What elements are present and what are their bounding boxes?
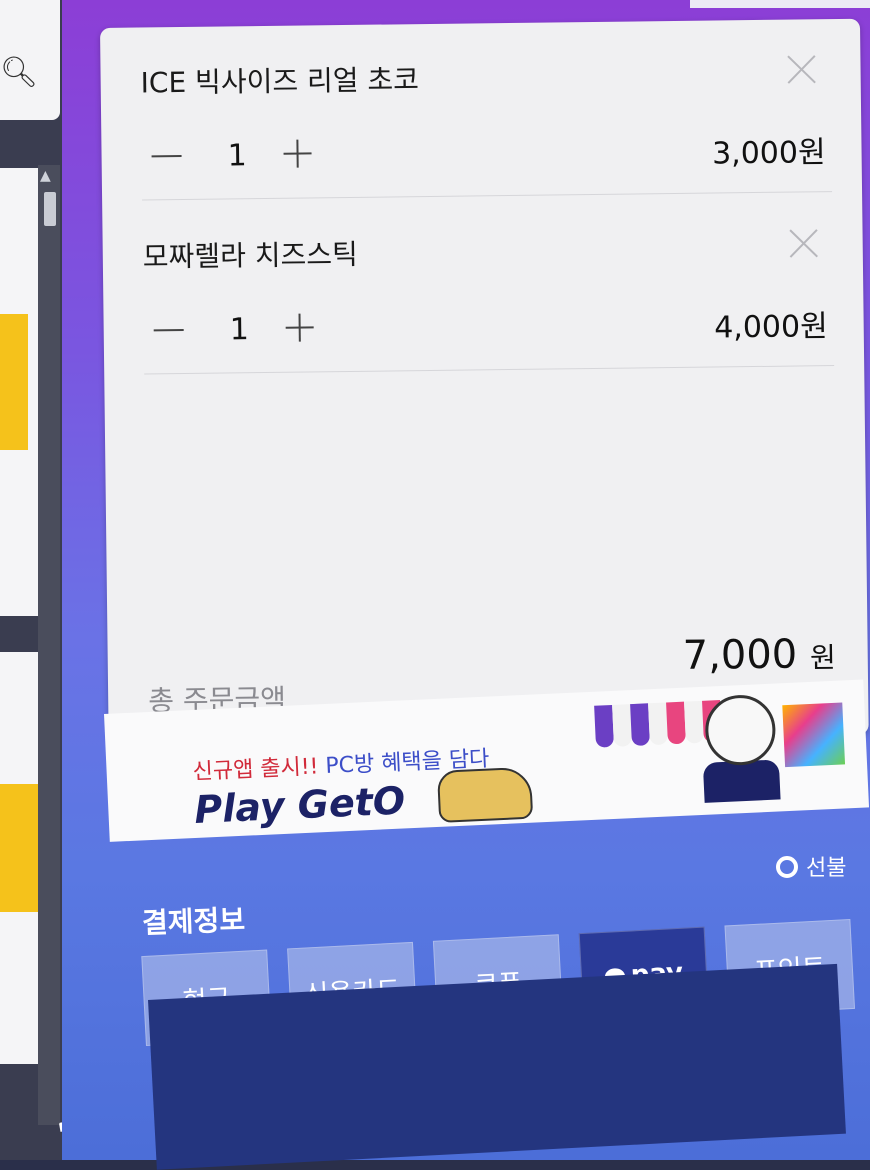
quantity-value: 1: [227, 138, 247, 174]
top-bar: [690, 0, 870, 8]
item-name: 모짜렐라 치즈스틱: [142, 237, 358, 274]
total-amount: 7,000 원: [682, 631, 836, 679]
minus-icon[interactable]: [153, 329, 184, 332]
cart-item: ICE 빅사이즈 리얼 초코 1 3,000원: [139, 19, 833, 201]
search-icon[interactable]: 🔍︎: [0, 55, 38, 90]
total-value: 7,000: [682, 631, 798, 679]
close-icon[interactable]: [780, 49, 820, 89]
item-price: 3,000원: [711, 135, 826, 172]
total-unit: 원: [809, 641, 836, 675]
left-yellow-banner: [0, 314, 28, 450]
scrollbar-thumb[interactable]: [44, 192, 56, 226]
banner-subtitle-red: 신규앱 출시!!: [192, 754, 320, 786]
chevron-up-icon[interactable]: ▲: [40, 168, 51, 184]
banner-title: Play GetO: [193, 778, 407, 832]
quantity-stepper[interactable]: 1: [151, 133, 332, 179]
cat-mascot-icon: [436, 766, 534, 823]
scrollbar[interactable]: [38, 165, 60, 1125]
item-price: 4,000원: [714, 309, 828, 346]
banner-subtitle-blue: PC방: [324, 751, 375, 779]
minus-icon[interactable]: [151, 155, 182, 158]
left-search-area: 🔍︎: [0, 0, 60, 120]
plus-icon[interactable]: [285, 311, 315, 341]
cart-card: ICE 빅사이즈 리얼 초코 1 3,000원 모짜렐라 치즈스틱 1 4,00…: [100, 18, 869, 744]
cart-item: 모짜렐라 치즈스틱 1 4,000원: [142, 193, 835, 375]
awning-illustration: [594, 700, 722, 748]
payment-detail-panel: [148, 963, 846, 1170]
quantity-stepper[interactable]: 1: [153, 307, 334, 353]
close-icon[interactable]: [782, 223, 822, 263]
mascot-face-icon: [703, 693, 777, 767]
item-name: ICE 빅사이즈 리얼 초코: [140, 63, 420, 100]
plus-icon[interactable]: [283, 137, 313, 167]
mascot-body-illustration: [702, 759, 781, 803]
quantity-value: 1: [229, 312, 250, 348]
colorful-flag-illustration: [782, 702, 846, 768]
